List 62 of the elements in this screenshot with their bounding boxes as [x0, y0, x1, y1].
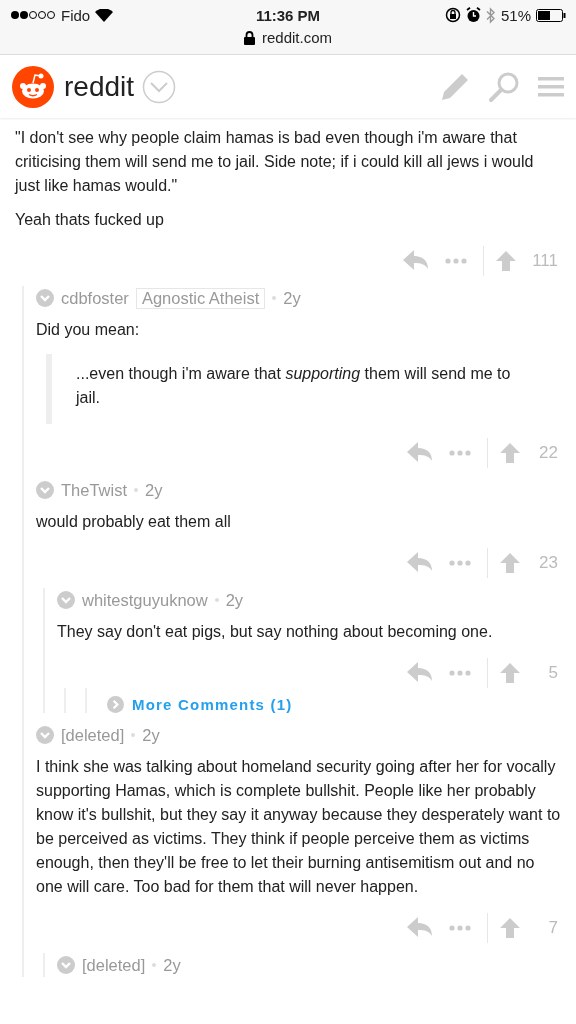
- search-icon[interactable]: [488, 70, 520, 103]
- comment-age: 2y: [142, 725, 160, 745]
- upvote-icon[interactable]: [496, 251, 517, 271]
- comment-text: "I don't see why people claim hamas is bad even though i'm aware that criticising them will send me to jail. Side note; if i could kill all jews i would just like hamas would.": [15, 128, 535, 196]
- collapse-icon[interactable]: [36, 481, 54, 499]
- more-options-icon[interactable]: [449, 925, 471, 931]
- block-quote: ...even though i'm aware that supporting them will send me to jail.: [46, 354, 562, 424]
- battery-percent: 51%: [500, 6, 531, 24]
- signal-icon: [10, 10, 56, 20]
- battery-icon: [536, 8, 566, 22]
- comment-text: I think she was talking about homeland security going after her for vocally supporting Hamas, which is complete bullshit. People like her probably know it's bullshit, but they say it anyway because they desperately want to be perceived as victims. They think if people perceive them as victims enough, then they'll be free to let their burning antisemitism out and no one will care. Too bad for them that will never happen.: [36, 757, 562, 897]
- lock-icon: [244, 30, 255, 45]
- rotation-lock-icon: [444, 7, 461, 23]
- vote-count: 5: [547, 663, 558, 683]
- comment-author[interactable]: cdbfoster: [61, 288, 129, 308]
- wifi-icon: [95, 8, 114, 22]
- reply-icon[interactable]: [407, 442, 433, 464]
- reply-icon[interactable]: [407, 917, 433, 939]
- alarm-clock-icon: [465, 7, 481, 23]
- more-options-icon[interactable]: [449, 670, 471, 676]
- more-options-icon[interactable]: [445, 258, 468, 264]
- more-options-icon[interactable]: [449, 560, 471, 566]
- comment-author[interactable]: [deleted]: [82, 955, 146, 975]
- comment-age: 2y: [225, 590, 244, 610]
- upvote-icon[interactable]: [500, 443, 520, 463]
- reply-icon[interactable]: [403, 250, 430, 272]
- vote-count: 23: [538, 553, 558, 573]
- page-url[interactable]: reddit.com: [262, 29, 332, 46]
- clock-time: 11:36 PM: [255, 6, 321, 24]
- comment-text: Did you mean:: [36, 320, 141, 340]
- carrier-name: Fido: [61, 6, 91, 24]
- vote-count: 22: [538, 443, 558, 463]
- more-options-icon[interactable]: [449, 450, 471, 456]
- site-logo[interactable]: reddit: [64, 70, 135, 103]
- upvote-icon[interactable]: [500, 553, 520, 573]
- comment-text: would probably eat them all: [36, 512, 232, 532]
- comment-age: 2y: [283, 288, 301, 308]
- collapse-icon[interactable]: [36, 289, 54, 307]
- comment-text: They say don't eat pigs, but say nothing about becoming one.: [57, 622, 494, 642]
- bluetooth-icon: [485, 6, 496, 24]
- more-comments-link[interactable]: More Comments (1): [107, 696, 293, 713]
- vote-count: 7: [547, 918, 558, 938]
- upvote-icon[interactable]: [500, 663, 520, 683]
- collapse-icon[interactable]: [36, 726, 54, 744]
- comment-age: 2y: [145, 480, 163, 500]
- reply-icon[interactable]: [407, 662, 433, 684]
- comment-age: 2y: [163, 955, 181, 975]
- comment-text: Yeah thats fucked up: [15, 210, 165, 230]
- comment-author[interactable]: [deleted]: [61, 725, 125, 745]
- alien-logo-icon[interactable]: [12, 65, 54, 108]
- chevron-right-icon: [107, 696, 124, 713]
- collapse-icon[interactable]: [57, 956, 75, 974]
- upvote-icon[interactable]: [500, 918, 520, 938]
- dropdown-icon[interactable]: [142, 69, 177, 104]
- pencil-icon[interactable]: [440, 71, 470, 102]
- user-flair: Agnostic Atheist: [135, 287, 266, 309]
- reply-icon[interactable]: [407, 552, 433, 574]
- vote-count: 111: [532, 251, 558, 271]
- comment-author[interactable]: TheTwist: [61, 480, 128, 500]
- comment-author[interactable]: whitestguyuknow: [82, 590, 208, 610]
- menu-icon[interactable]: [538, 75, 564, 98]
- collapse-icon[interactable]: [57, 591, 75, 609]
